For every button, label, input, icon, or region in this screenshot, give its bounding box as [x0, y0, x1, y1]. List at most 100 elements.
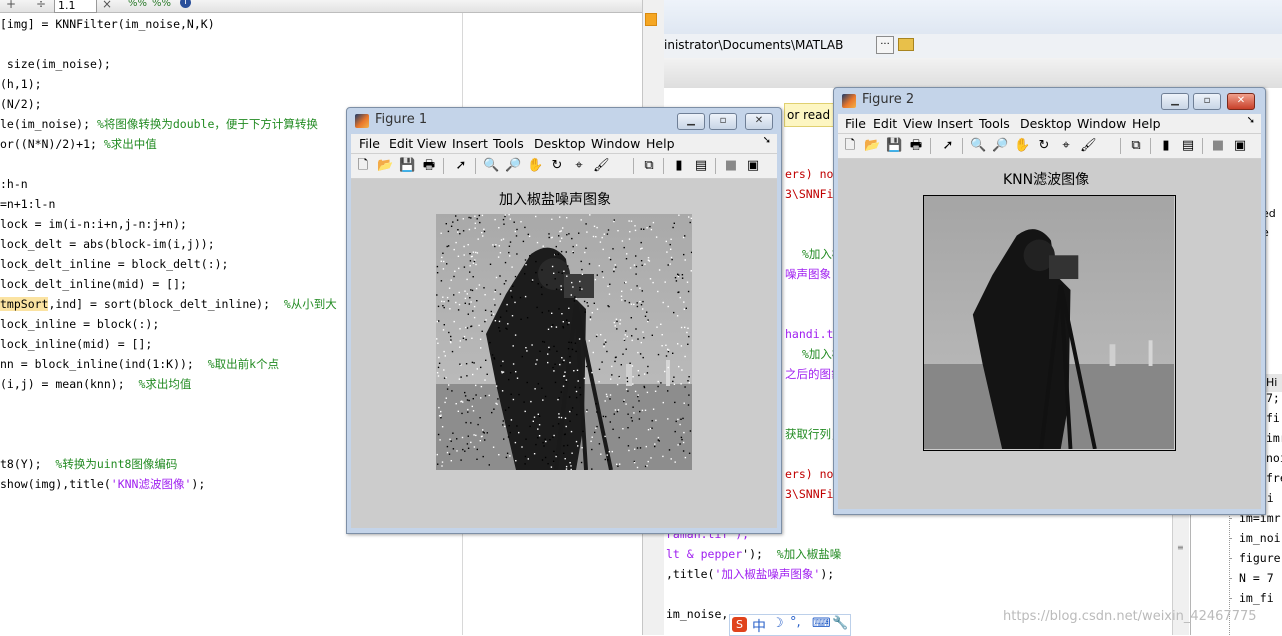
history-item[interactable]: im_noi: [1239, 528, 1281, 548]
code-line[interactable]: (h,1);: [0, 74, 42, 94]
history-item[interactable]: 7;: [1266, 388, 1280, 408]
menu-file[interactable]: File: [845, 116, 866, 131]
zoom-in-icon[interactable]: 🔍: [970, 138, 986, 154]
code-line[interactable]: =n+1:l-n: [0, 194, 55, 214]
wrench-icon[interactable]: 🔧: [832, 616, 848, 631]
menu-help[interactable]: Help: [646, 136, 675, 151]
punctuation-icon[interactable]: °,: [790, 615, 801, 630]
figure-1-titlebar[interactable]: Figure 1 ▁ ▫ ✕: [347, 108, 781, 132]
cell-divide-button[interactable]: ÷: [36, 0, 46, 11]
keyboard-icon[interactable]: ⌨: [812, 616, 831, 631]
menu-edit[interactable]: Edit: [389, 136, 413, 151]
menu-window[interactable]: Window: [591, 136, 640, 151]
close-button[interactable]: ✕: [745, 113, 773, 130]
code-line[interactable]: :h-n: [0, 174, 28, 194]
menu-window[interactable]: Window: [1077, 116, 1126, 131]
pan-hand-icon[interactable]: ✋: [527, 158, 543, 174]
menu-desktop[interactable]: Desktop: [534, 136, 586, 151]
menu-file[interactable]: File: [359, 136, 380, 151]
new-figure-icon[interactable]: 🗋: [842, 138, 858, 154]
code-line[interactable]: tmpSort,ind] = sort(block_delt_inline); …: [0, 294, 337, 314]
menu-insert[interactable]: Insert: [937, 116, 973, 131]
brush-icon[interactable]: 🖌: [1080, 138, 1097, 154]
link-plot-icon[interactable]: ⧉: [641, 158, 657, 174]
code-line[interactable]: lock_inline = block(:);: [0, 314, 159, 334]
cell-percent-icon[interactable]: %%: [128, 0, 147, 9]
history-item[interactable]: fi: [1266, 408, 1280, 428]
new-figure-icon[interactable]: 🗋: [355, 158, 371, 174]
history-item[interactable]: noi: [1266, 448, 1282, 468]
rotate-3d-icon[interactable]: ↻: [549, 158, 565, 174]
ime-chinese-mode[interactable]: 中: [752, 616, 766, 636]
browse-folder-button[interactable]: ...: [876, 36, 894, 54]
open-file-icon[interactable]: 📂: [377, 158, 393, 174]
show-plot-tools-icon[interactable]: ▣: [1232, 138, 1248, 154]
colorbar-icon[interactable]: ▮: [1158, 138, 1174, 154]
hide-plot-tools-icon[interactable]: ■: [1210, 138, 1226, 154]
menu-view[interactable]: View: [417, 136, 447, 151]
code-line[interactable]: lock_delt_inline(mid) = [];: [0, 274, 187, 294]
code-line[interactable]: lock_inline(mid) = [];: [0, 334, 152, 354]
menu-tools[interactable]: Tools: [979, 116, 1010, 131]
menu-help[interactable]: Help: [1132, 116, 1161, 131]
code-line[interactable]: show(img),title('KNN滤波图像');: [0, 474, 205, 494]
info-icon[interactable]: i: [180, 0, 191, 8]
cell-percent-icon-2[interactable]: %%: [152, 0, 171, 9]
rotate-3d-icon[interactable]: ↻: [1036, 138, 1052, 154]
menu-insert[interactable]: Insert: [452, 136, 488, 151]
colorbar-icon[interactable]: ▮: [671, 158, 687, 174]
menu-edit[interactable]: Edit: [873, 116, 897, 131]
pan-hand-icon[interactable]: ✋: [1014, 138, 1030, 154]
zoom-out-icon[interactable]: 🔎: [505, 158, 521, 174]
cell-value-input[interactable]: 1.1: [54, 0, 97, 13]
menu-tools[interactable]: Tools: [493, 136, 524, 151]
ime-toolbar[interactable]: S 中 ☽ °, ⌨ 🔧: [729, 614, 851, 636]
figure-2-titlebar[interactable]: Figure 2 ▁ ▫ ✕: [834, 88, 1265, 112]
code-line[interactable]: [img] = KNNFilter(im_noise,N,K): [0, 14, 215, 34]
close-button[interactable]: ✕: [1227, 93, 1255, 110]
code-line[interactable]: nn = block_inline(ind(1:K)); %取出前k个点: [0, 354, 279, 374]
legend-icon[interactable]: ▤: [1180, 138, 1196, 154]
sogou-icon[interactable]: S: [732, 617, 747, 632]
history-item[interactable]: N = 7: [1239, 568, 1274, 588]
open-file-icon[interactable]: 📂: [864, 138, 880, 154]
maximize-button[interactable]: ▫: [709, 113, 737, 130]
history-item[interactable]: figure: [1239, 548, 1281, 568]
zoom-in-icon[interactable]: 🔍: [483, 158, 499, 174]
legend-icon[interactable]: ▤: [693, 158, 709, 174]
code-line[interactable]: lock = im(i-n:i+n,j-n:j+n);: [0, 214, 187, 234]
select-arrow-icon[interactable]: ➚: [940, 138, 956, 154]
save-icon[interactable]: 💾: [886, 138, 902, 154]
history-item[interactable]: imr: [1266, 428, 1282, 448]
menu-desktop[interactable]: Desktop: [1020, 116, 1072, 131]
cell-multiply-button[interactable]: ×: [102, 0, 112, 11]
data-cursor-icon[interactable]: ⌖: [1058, 138, 1074, 154]
zoom-out-icon[interactable]: 🔎: [992, 138, 1008, 154]
folder-up-icon[interactable]: [898, 38, 914, 51]
current-folder-path[interactable]: inistrator\Documents\MATLAB: [664, 36, 843, 54]
code-line[interactable]: lock_delt = abs(block-im(i,j));: [0, 234, 215, 254]
print-icon[interactable]: 🖶: [908, 138, 924, 154]
figure-2-window[interactable]: Figure 2 ▁ ▫ ✕ File Edit View Insert Too…: [833, 87, 1266, 515]
maximize-button[interactable]: ▫: [1193, 93, 1221, 110]
code-line[interactable]: le(im_noise); %将图像转换为double，便于下方计算转换: [0, 114, 318, 134]
history-item[interactable]: im_fi: [1239, 588, 1274, 608]
data-cursor-icon[interactable]: ⌖: [571, 158, 587, 174]
print-icon[interactable]: 🖶: [421, 158, 437, 174]
moon-icon[interactable]: ☽: [772, 616, 784, 631]
code-line[interactable]: size(im_noise);: [0, 54, 111, 74]
menu-view[interactable]: View: [903, 116, 933, 131]
code-analyzer-indicator[interactable]: [645, 13, 657, 26]
save-icon[interactable]: 💾: [399, 158, 415, 174]
minimize-button[interactable]: ▁: [677, 113, 705, 130]
history-item[interactable]: fre: [1266, 468, 1282, 488]
select-arrow-icon[interactable]: ➚: [453, 158, 469, 174]
dock-arrow-icon[interactable]: ➘: [1247, 115, 1255, 126]
figure-1-window[interactable]: Figure 1 ▁ ▫ ✕ File Edit View Insert Too…: [346, 107, 782, 534]
code-line[interactable]: or((N*N)/2)+1; %求出中值: [0, 134, 157, 154]
dock-arrow-icon[interactable]: ➘: [763, 135, 771, 146]
scrollbar-grip-icon[interactable]: ≡: [1177, 543, 1184, 552]
show-plot-tools-icon[interactable]: ▣: [745, 158, 761, 174]
code-line[interactable]: (i,j) = mean(knn); %求出均值: [0, 374, 191, 394]
cell-decrement-button[interactable]: +: [6, 0, 16, 11]
